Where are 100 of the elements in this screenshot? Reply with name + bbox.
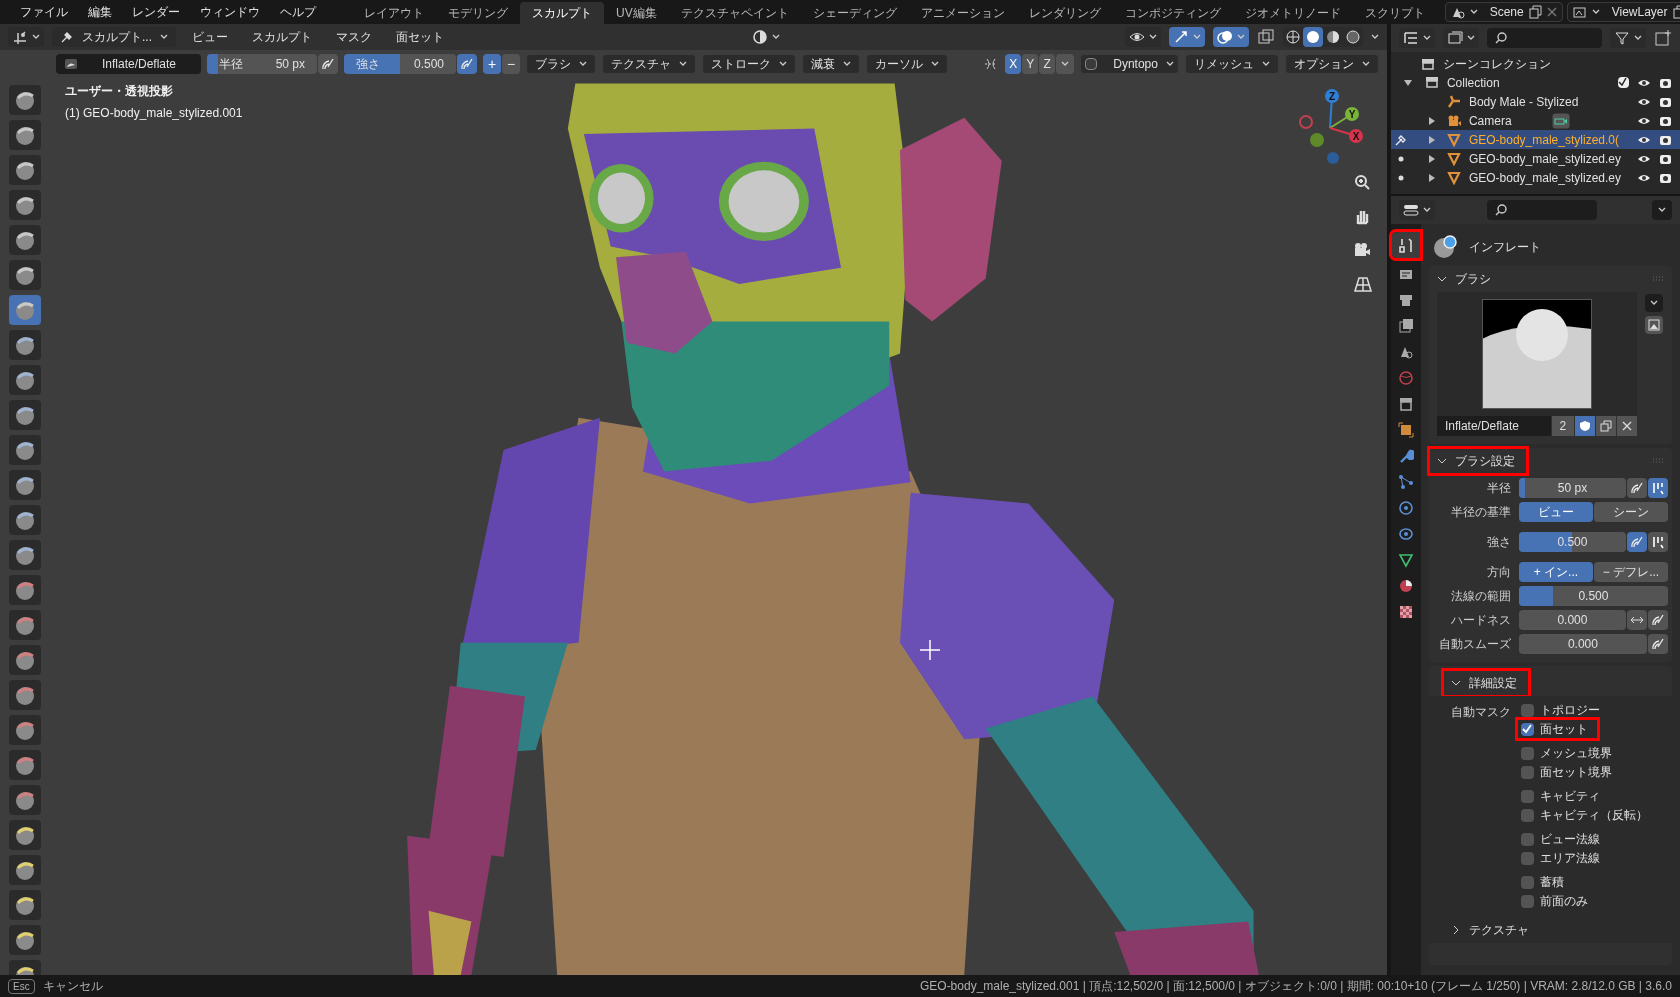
- workspace-tab[interactable]: スカルプト: [520, 2, 604, 24]
- sculpt-tool-button[interactable]: [9, 435, 41, 465]
- axis-toggle[interactable]: Y: [1022, 54, 1039, 74]
- unified-setting-button[interactable]: [1648, 478, 1668, 498]
- outliner-item[interactable]: シーンコレクション: [1442, 54, 1551, 73]
- duplicate-button[interactable]: [1595, 416, 1616, 436]
- pressure-button[interactable]: [1627, 478, 1647, 498]
- properties-tab[interactable]: [1391, 232, 1420, 258]
- checkbox[interactable]: [1520, 894, 1534, 908]
- workspace-tab[interactable]: UV編集: [604, 2, 669, 24]
- sculpt-tool-button[interactable]: [9, 575, 41, 605]
- workspace-tab[interactable]: シェーディング: [800, 2, 909, 24]
- checkbox-option[interactable]: 面セット境界: [1518, 764, 1620, 780]
- filter-button[interactable]: [1610, 28, 1646, 48]
- settings-dropdown[interactable]: カーソル: [866, 54, 948, 74]
- camera-render-icon[interactable]: [1659, 133, 1672, 146]
- scene-selector[interactable]: Scene: [1444, 2, 1563, 22]
- pressure-button[interactable]: [318, 54, 338, 74]
- checkbox-option[interactable]: キャビティ（反転）: [1518, 807, 1656, 823]
- brush-field[interactable]: Inflate/Deflate: [56, 54, 201, 74]
- camera-data-icon[interactable]: [1551, 112, 1570, 129]
- shading-mode-button[interactable]: [1302, 27, 1323, 47]
- toggle-option[interactable]: − デフレ...: [1593, 562, 1668, 582]
- camera-render-icon[interactable]: [1659, 95, 1672, 108]
- xray-icon[interactable]: [1256, 28, 1275, 46]
- strength-slider[interactable]: 強さ 0.500: [344, 54, 456, 74]
- checkbox-option[interactable]: 面セット: [1518, 721, 1596, 737]
- menu-item[interactable]: スカルプト: [244, 28, 320, 46]
- visibility-button[interactable]: [1124, 27, 1161, 47]
- close-icon[interactable]: [1545, 6, 1558, 18]
- pressure-button[interactable]: [1648, 634, 1668, 654]
- settings-dropdown[interactable]: 減衰: [802, 54, 860, 74]
- unlink-button[interactable]: [1616, 416, 1637, 436]
- navigation-gizmo[interactable]: Z Y X: [1290, 86, 1370, 166]
- expand-arrow-icon[interactable]: [1426, 172, 1437, 183]
- checkbox[interactable]: [1618, 77, 1629, 88]
- workspace-tab[interactable]: レンダリング: [1016, 2, 1113, 24]
- sculpt-tool-button[interactable]: [9, 890, 41, 920]
- outliner-item[interactable]: Body Male - Stylized: [1468, 92, 1579, 111]
- workspace-tab[interactable]: アニメーション: [908, 2, 1017, 24]
- sculpt-tool-button[interactable]: [9, 540, 41, 570]
- sculpt-tool-button[interactable]: [9, 120, 41, 150]
- sculpt-tool-button[interactable]: [9, 645, 41, 675]
- workspace-tab[interactable]: スクリプト: [1352, 2, 1437, 24]
- sculpt-tool-button[interactable]: [9, 505, 41, 535]
- workspace-tab[interactable]: ジオメトリノード: [1232, 2, 1353, 24]
- workspace-tab[interactable]: コンポジティング: [1112, 2, 1233, 24]
- unified-setting-button[interactable]: [1648, 532, 1668, 552]
- radius-slider[interactable]: 半径 50 px: [207, 54, 317, 74]
- dyntopo-dropdown[interactable]: Dyntopo: [1080, 54, 1179, 74]
- pressure-button[interactable]: [1627, 532, 1647, 552]
- overlay-button[interactable]: [1212, 27, 1249, 47]
- brush-menu-button[interactable]: [1644, 294, 1663, 312]
- menu-item[interactable]: レンダー: [124, 3, 188, 21]
- drag-handle-icon[interactable]: [1652, 458, 1664, 464]
- expand-arrow-icon[interactable]: [1402, 77, 1413, 88]
- settings-dropdown[interactable]: リメッシュ: [1184, 54, 1279, 74]
- sculpt-tool-button[interactable]: [9, 715, 41, 745]
- menu-item[interactable]: マスク: [328, 28, 380, 46]
- checkbox-option[interactable]: キャビティ: [1518, 788, 1608, 804]
- axis-toggle[interactable]: X: [1005, 54, 1022, 74]
- settings-dropdown[interactable]: オプション: [1284, 54, 1379, 74]
- mode-dropdown[interactable]: スカルプト...: [52, 27, 176, 47]
- toggle-option[interactable]: シーン: [1593, 502, 1668, 522]
- sculpt-tool-button[interactable]: [9, 225, 41, 255]
- checkbox-option[interactable]: エリア法線: [1518, 850, 1608, 866]
- brush-icon-button[interactable]: [1644, 316, 1663, 334]
- sculpt-tool-button[interactable]: [9, 470, 41, 500]
- toggle-option[interactable]: + イン...: [1518, 562, 1593, 582]
- outliner-item[interactable]: Collection: [1446, 73, 1500, 92]
- expand-arrow-icon[interactable]: [1426, 115, 1437, 126]
- editor-type-button[interactable]: [1398, 200, 1435, 220]
- value-slider[interactable]: 0.000: [1518, 634, 1647, 654]
- value-slider[interactable]: 50 px: [1518, 478, 1626, 498]
- sculpt-tool-button[interactable]: [9, 680, 41, 710]
- search-field[interactable]: [1486, 28, 1602, 48]
- editor-type-button[interactable]: [8, 27, 44, 47]
- sculpt-tool-button[interactable]: [9, 820, 41, 850]
- value-slider[interactable]: 0.500: [1518, 586, 1668, 606]
- menu-item[interactable]: 編集: [80, 3, 120, 21]
- sculpt-tool-button[interactable]: [9, 785, 41, 815]
- panel-header[interactable]: ブラシ設定: [1428, 448, 1527, 474]
- new-collection-icon[interactable]: [1654, 29, 1672, 47]
- sculpt-tool-button[interactable]: [9, 610, 41, 640]
- checkbox[interactable]: [1520, 875, 1534, 889]
- fake-user-button[interactable]: [1574, 416, 1595, 436]
- subtract-button[interactable]: −: [502, 54, 520, 74]
- sculpt-tool-button[interactable]: [9, 155, 41, 185]
- sculpt-tool-button[interactable]: [9, 85, 41, 115]
- sculpt-tool-button[interactable]: [9, 400, 41, 430]
- workspace-tab[interactable]: モデリング: [436, 2, 520, 24]
- expand-arrow-icon[interactable]: [1426, 134, 1437, 145]
- checkbox[interactable]: [1520, 851, 1534, 865]
- gizmo-button[interactable]: [1168, 27, 1205, 47]
- menu-item[interactable]: ウィンドウ: [192, 3, 268, 21]
- sculpt-tool-button[interactable]: [9, 190, 41, 220]
- workspace-tab[interactable]: レイアウト: [352, 2, 436, 24]
- checkbox-option[interactable]: 蓄積: [1518, 874, 1572, 890]
- display-mode-button[interactable]: [1398, 28, 1435, 48]
- checkbox[interactable]: [1520, 746, 1534, 760]
